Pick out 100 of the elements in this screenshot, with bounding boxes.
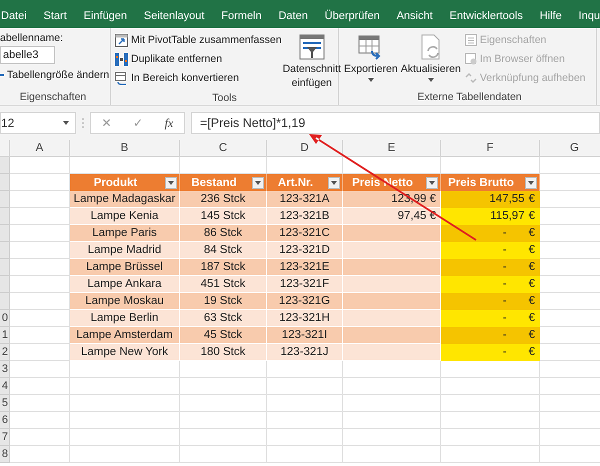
group-label: Eigenschaften bbox=[18, 91, 88, 103]
column-header[interactable]: C bbox=[180, 140, 267, 157]
row-header[interactable] bbox=[0, 276, 10, 293]
filter-dropdown-button[interactable] bbox=[165, 176, 177, 188]
formula-field[interactable]: =[Preis Netto]*1,19 bbox=[191, 112, 600, 134]
table-cell: 123-321F bbox=[267, 276, 343, 293]
table-cell: Lampe Ankara bbox=[70, 276, 180, 293]
row-header[interactable]: 8 bbox=[0, 446, 10, 463]
insert-function-button[interactable]: fx bbox=[164, 116, 174, 130]
caret-icon bbox=[368, 78, 374, 82]
browser-icon bbox=[464, 53, 477, 65]
table-cell: Lampe Madrid bbox=[70, 242, 180, 259]
table-cell: Lampe New York bbox=[70, 344, 180, 361]
table-cell: - € bbox=[441, 242, 540, 259]
column-header[interactable]: F bbox=[441, 140, 540, 157]
table-cell: 145 Stck bbox=[180, 208, 267, 225]
select-all-corner[interactable] bbox=[0, 140, 10, 157]
row-header[interactable]: 0 bbox=[0, 310, 10, 327]
row-header[interactable] bbox=[0, 242, 10, 259]
table-cell: 123-321E bbox=[267, 259, 343, 276]
column-header[interactable]: E bbox=[343, 140, 441, 157]
table-cell: - € bbox=[441, 225, 540, 242]
caret-icon bbox=[528, 180, 534, 184]
row-header[interactable] bbox=[0, 208, 10, 225]
column-header[interactable]: A bbox=[10, 140, 70, 157]
group-label: Tools bbox=[211, 92, 238, 104]
menu-tab[interactable]: Datei bbox=[1, 10, 27, 22]
table-name-field[interactable]: abelle3 bbox=[0, 46, 55, 64]
table-cell: 147,55 € bbox=[441, 191, 540, 208]
table-cell: 84 Stck bbox=[180, 242, 267, 259]
menu-tab[interactable]: Formeln bbox=[221, 10, 262, 22]
row-header[interactable] bbox=[0, 225, 10, 242]
filter-dropdown-button[interactable] bbox=[525, 176, 537, 188]
caret-icon bbox=[331, 180, 337, 184]
table-cell: 123-321H bbox=[267, 310, 343, 327]
ribbon-button[interactable]: Duplikate entfernen bbox=[115, 51, 282, 67]
table-header-cell: Bestand bbox=[180, 174, 267, 191]
row-header[interactable]: 2 bbox=[0, 344, 10, 361]
table-cell: 63 Stck bbox=[180, 310, 267, 327]
menu-tab[interactable]: Start bbox=[44, 10, 67, 22]
table-cell: 123-321D bbox=[267, 242, 343, 259]
filter-dropdown-button[interactable] bbox=[252, 176, 264, 188]
table-cell: 123-321C bbox=[267, 225, 343, 242]
table-cell: 123-321I bbox=[267, 327, 343, 344]
table-convert-icon bbox=[115, 72, 128, 84]
ribbon-button[interactable]: Exportieren bbox=[343, 32, 399, 91]
menu-tab[interactable]: Entwicklertools bbox=[449, 10, 523, 22]
table-cell: Lampe Brüssel bbox=[70, 259, 180, 276]
caret-icon bbox=[429, 180, 435, 184]
table-cell: 115,97 € bbox=[441, 208, 540, 225]
column-header[interactable]: G bbox=[540, 140, 600, 157]
row-header[interactable] bbox=[0, 174, 10, 191]
row-header[interactable] bbox=[0, 259, 10, 276]
table-cell: 123-321B bbox=[267, 208, 343, 225]
table-cell: Lampe Paris bbox=[70, 225, 180, 242]
table-cell: 45 Stck bbox=[180, 327, 267, 344]
columns-icon bbox=[115, 52, 128, 66]
row-header[interactable]: 7 bbox=[0, 429, 10, 446]
table-header-cell: Produkt bbox=[70, 174, 180, 191]
unlink-icon bbox=[464, 72, 477, 84]
slicer-icon bbox=[298, 34, 325, 60]
table-cell: 123-321G bbox=[267, 293, 343, 310]
table-cell: - € bbox=[441, 293, 540, 310]
filter-dropdown-button[interactable] bbox=[328, 176, 340, 188]
table-cell: - € bbox=[441, 276, 540, 293]
column-header[interactable]: B bbox=[70, 140, 180, 157]
menu-tab[interactable]: Daten bbox=[278, 10, 308, 22]
row-header[interactable]: 5 bbox=[0, 395, 10, 412]
caret-icon bbox=[255, 180, 261, 184]
table-cell: Lampe Madagaskar bbox=[70, 191, 180, 208]
row-header[interactable]: 6 bbox=[0, 412, 10, 429]
table-cell: 123-321J bbox=[267, 344, 343, 361]
menu-tab[interactable]: Hilfe bbox=[540, 10, 562, 22]
resize-table-button[interactable]: Tabellengröße ändern bbox=[0, 67, 110, 83]
table-cell: Lampe Moskau bbox=[70, 293, 180, 310]
filter-dropdown-button[interactable] bbox=[426, 176, 438, 188]
ribbon-button[interactable]: Aktualisieren bbox=[400, 32, 462, 91]
row-header[interactable]: 3 bbox=[0, 361, 10, 378]
menu-tab[interactable]: Inqu bbox=[578, 10, 600, 22]
menu-tab[interactable]: Seitenlayout bbox=[144, 10, 204, 22]
ribbon-button[interactable]: In Bereich konvertieren bbox=[115, 70, 282, 86]
table-cell: - € bbox=[441, 344, 540, 361]
table-header-cell: Art.Nr. bbox=[267, 174, 343, 191]
menu-tab[interactable]: Einfügen bbox=[84, 10, 128, 22]
insert-slicer-button[interactable]: Datenschnitt einfügen bbox=[282, 32, 342, 92]
properties-icon bbox=[464, 34, 477, 46]
row-header[interactable] bbox=[0, 293, 10, 310]
menu-tab[interactable]: Überprüfen bbox=[324, 10, 380, 22]
row-header[interactable] bbox=[0, 191, 10, 208]
ribbon-button[interactable]: Mit PivotTable zusammenfassen bbox=[115, 32, 282, 48]
row-header[interactable]: 1 bbox=[0, 327, 10, 344]
table-cell: Lampe Kenia bbox=[70, 208, 180, 225]
table-cell: 236 Stck bbox=[180, 191, 267, 208]
column-header[interactable]: D bbox=[267, 140, 343, 157]
table-cell: 19 Stck bbox=[180, 293, 267, 310]
row-header[interactable] bbox=[0, 157, 10, 174]
name-box[interactable]: 12 bbox=[0, 112, 76, 134]
row-header[interactable]: 4 bbox=[0, 378, 10, 395]
menu-tab[interactable]: Ansicht bbox=[396, 10, 433, 22]
table-cell: - € bbox=[441, 310, 540, 327]
